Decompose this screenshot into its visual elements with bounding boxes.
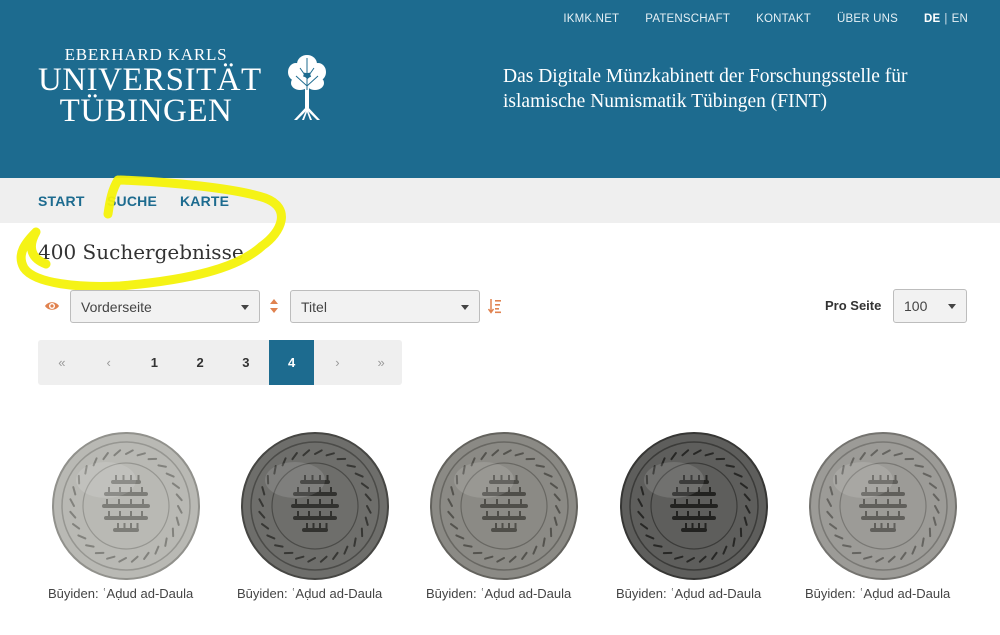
coin-title: Būyiden: ʿAḍud ad-Daula	[237, 586, 383, 601]
view-side-select-value: Vorderseite	[81, 299, 152, 315]
pagination-first-button[interactable]: «	[38, 340, 86, 385]
pagination-page-3[interactable]: 3	[223, 340, 269, 385]
topnav-ikmk-link[interactable]: IKMK.NET	[563, 13, 619, 25]
coin-result-card[interactable]: Būyiden: ʿAḍud ad-Daula	[805, 428, 965, 608]
language-switcher: DE | EN	[924, 13, 968, 25]
site-title: Das Digitale Münzkabinett der Forschungs…	[503, 64, 973, 114]
logo-line-3: TÜBINGEN	[59, 93, 233, 129]
coin-result-card[interactable]: Būyiden: ʿAḍud ad-Daula	[426, 428, 586, 608]
sort-field-select-value: Titel	[301, 299, 327, 315]
coin-title: Būyiden: ʿAḍud ad-Daula	[616, 586, 762, 601]
pagination-next-button[interactable]: ›	[314, 340, 360, 385]
coin-result-card[interactable]: Būyiden: ʿAḍud ad-Daula	[48, 428, 208, 608]
coin-image	[809, 432, 957, 580]
palm-tree-logo-icon	[288, 55, 326, 120]
per-page-label: Pro Seite	[825, 298, 882, 313]
pagination-last-button[interactable]: »	[360, 340, 402, 385]
chevron-down-icon	[241, 305, 249, 310]
coin-result-card[interactable]: Būyiden: ʿAḍud ad-Daula	[616, 428, 776, 608]
coin-image	[430, 432, 578, 580]
coin-image	[241, 432, 389, 580]
nav-suche-link[interactable]: SUCHE	[107, 193, 157, 209]
site-header: IKMK.NET PATENSCHAFT KONTAKT ÜBER UNS DE…	[0, 0, 1000, 178]
topnav-ueber-uns-link[interactable]: ÜBER UNS	[837, 13, 898, 25]
coin-image	[620, 432, 768, 580]
view-side-select[interactable]: Vorderseite	[70, 290, 260, 323]
coin-title: Būyiden: ʿAḍud ad-Daula	[426, 586, 572, 601]
pagination: « ‹ 1 2 3 4 › »	[38, 340, 402, 385]
eye-icon	[45, 302, 59, 310]
per-page-select-value: 100	[904, 298, 928, 314]
results-count-heading: 400 Suchergebnisse	[38, 240, 244, 264]
sort-direction-icon[interactable]	[488, 298, 502, 314]
pagination-page-1[interactable]: 1	[131, 340, 177, 385]
topnav-kontakt-link[interactable]: KONTAKT	[756, 13, 811, 25]
sort-icon	[270, 299, 278, 313]
coin-title: Būyiden: ʿAḍud ad-Daula	[805, 586, 951, 601]
per-page-select[interactable]: 100	[893, 289, 967, 323]
topnav-patenschaft-link[interactable]: PATENSCHAFT	[645, 13, 730, 25]
coin-image	[52, 432, 200, 580]
pagination-page-2[interactable]: 2	[177, 340, 223, 385]
lang-de-link[interactable]: DE	[924, 13, 940, 25]
coin-result-card[interactable]: Būyiden: ʿAḍud ad-Daula	[237, 428, 397, 608]
chevron-down-icon	[461, 305, 469, 310]
lang-en-link[interactable]: EN	[952, 13, 968, 25]
pagination-page-4-active[interactable]: 4	[268, 340, 315, 385]
site-title-line-1: Das Digitale Münzkabinett der Forschungs…	[503, 66, 908, 87]
nav-karte-link[interactable]: KARTE	[180, 193, 229, 209]
nav-start-link[interactable]: START	[38, 193, 85, 209]
site-title-line-2: islamische Numismatik Tübingen (FINT)	[503, 91, 828, 112]
lang-separator: |	[944, 13, 948, 25]
coin-title: Būyiden: ʿAḍud ad-Daula	[48, 586, 194, 601]
top-navigation: IKMK.NET PATENSCHAFT KONTAKT ÜBER UNS DE…	[537, 13, 968, 25]
logo-line-2: UNIVERSITÄT	[38, 62, 262, 98]
sort-field-select[interactable]: Titel	[290, 290, 480, 323]
university-logo[interactable]: EBERHARD KARLS UNIVERSITÄT TÜBINGEN	[38, 45, 262, 129]
chevron-down-icon	[948, 304, 956, 309]
pagination-prev-button[interactable]: ‹	[86, 340, 132, 385]
main-navigation: START SUCHE KARTE	[0, 178, 1000, 223]
